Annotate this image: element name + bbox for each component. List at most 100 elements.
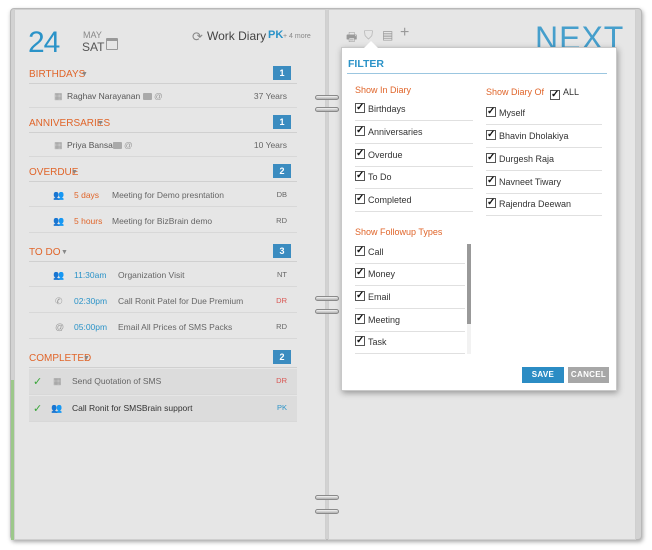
contact-name: Raghav Narayanan bbox=[67, 91, 141, 101]
checkbox-money[interactable]: ✓ Money bbox=[355, 264, 465, 286]
checkbox-completed[interactable]: ✓ Completed bbox=[355, 190, 473, 212]
overdue-duration: 5 hours bbox=[74, 216, 103, 226]
section-anniversaries[interactable]: ANNIVERSARIES ▼ 1 bbox=[29, 115, 297, 131]
checkbox-email[interactable]: ✓ Email bbox=[355, 287, 465, 309]
checkbox-meeting[interactable]: ✓ Meeting bbox=[355, 310, 465, 332]
list-item[interactable]: 👥 5 hours Meeting for BizBrain demo RD bbox=[29, 209, 297, 233]
divider bbox=[347, 73, 607, 74]
chevron-down-icon[interactable]: ▼ bbox=[81, 71, 88, 78]
task-time: 11:30am bbox=[74, 270, 107, 280]
mail-icon[interactable] bbox=[143, 93, 152, 100]
checkbox-all[interactable]: ✓ bbox=[550, 86, 560, 100]
task-time: 02:30pm bbox=[74, 296, 108, 306]
chevron-down-icon[interactable]: ▼ bbox=[71, 169, 78, 176]
mail-icon[interactable] bbox=[113, 142, 122, 149]
day-number: 24 bbox=[28, 26, 60, 59]
calendar-icon: ▦ bbox=[53, 376, 62, 386]
assignee-initials: DR bbox=[276, 376, 287, 385]
task-text: Send Quotation of SMS bbox=[72, 376, 162, 386]
checkbox-anniversaries[interactable]: ✓ Anniversaries bbox=[355, 122, 473, 144]
section-overdue[interactable]: OVERDUE ▼ 2 bbox=[29, 164, 297, 180]
assignee-initials: RD bbox=[276, 322, 287, 331]
count-badge: 2 bbox=[273, 350, 291, 364]
divider bbox=[29, 181, 297, 182]
cancel-button[interactable]: CANCEL bbox=[568, 367, 609, 383]
checkbox-rajendra[interactable]: ✓ Rajendra Deewan bbox=[486, 194, 602, 216]
checkbox-myself[interactable]: ✓ Myself bbox=[486, 103, 602, 125]
weekday-label: SAT bbox=[82, 40, 105, 54]
followup-types-heading: Show Followup Types bbox=[355, 227, 443, 237]
section-completed[interactable]: COMPLETED ▼ 2 bbox=[29, 350, 297, 366]
list-item[interactable]: @ 05:00pm Email All Prices of SMS Packs … bbox=[29, 315, 297, 339]
scrollbar-thumb[interactable] bbox=[467, 244, 471, 324]
assignee-initials: NT bbox=[277, 270, 287, 279]
save-button[interactable]: SAVE bbox=[522, 367, 564, 383]
notes-icon[interactable]: ▤ bbox=[382, 28, 393, 42]
checkbox-overdue[interactable]: ✓ Overdue bbox=[355, 145, 473, 167]
list-item[interactable]: ✆ 02:30pm Call Ronit Patel for Due Premi… bbox=[29, 289, 297, 313]
section-title: TO DO bbox=[29, 247, 61, 258]
list-item[interactable]: 👥 5 days Meeting for Demo presntation DB bbox=[29, 183, 297, 207]
overdue-duration: 5 days bbox=[74, 190, 100, 200]
list-item[interactable]: ✓ 👥 Call Ronit for SMSBrain support PK bbox=[29, 396, 297, 422]
divider bbox=[29, 367, 297, 368]
chevron-down-icon[interactable]: ▼ bbox=[83, 355, 90, 362]
check-icon: ✓ bbox=[33, 403, 43, 415]
print-icon[interactable]: 🖶 bbox=[346, 28, 357, 49]
add-icon[interactable]: + bbox=[400, 24, 409, 42]
all-label: ALL bbox=[563, 87, 580, 97]
checkbox-navneet[interactable]: ✓ Navneet Tiwary bbox=[486, 172, 602, 194]
diary-title[interactable]: Work Diary bbox=[207, 29, 266, 43]
meeting-icon: 👥 bbox=[51, 403, 63, 413]
list-item[interactable]: 👥 11:30am Organization Visit NT bbox=[29, 263, 297, 287]
divider bbox=[29, 261, 297, 262]
section-birthdays[interactable]: BIRTHDAYS ▼ 1 bbox=[29, 66, 297, 82]
calendar-icon[interactable] bbox=[106, 38, 118, 50]
checkbox-todo[interactable]: ✓ To Do bbox=[355, 167, 473, 189]
chevron-down-icon[interactable]: ▼ bbox=[97, 120, 104, 127]
show-in-diary-heading: Show In Diary bbox=[355, 85, 412, 95]
checkbox-task[interactable]: ✓ Task bbox=[355, 332, 465, 354]
assignee-initials: DB bbox=[276, 190, 287, 199]
gift-icon: ▦ bbox=[54, 91, 63, 101]
age-label: 37 Years bbox=[253, 91, 287, 101]
count-badge: 1 bbox=[273, 115, 291, 129]
list-item[interactable]: ✓ ▦ Send Quotation of SMS DR bbox=[29, 369, 297, 395]
checkbox-birthdays[interactable]: ✓ Birthdays bbox=[355, 99, 473, 121]
task-time: 05:00pm bbox=[74, 322, 108, 332]
at-icon[interactable]: @ bbox=[124, 140, 133, 150]
anniversary-icon: ▦ bbox=[54, 140, 63, 150]
chevron-down-icon[interactable]: ▼ bbox=[61, 249, 68, 256]
email-icon: @ bbox=[55, 322, 65, 332]
at-icon[interactable]: @ bbox=[154, 91, 163, 101]
checkbox-call[interactable]: ✓ Call bbox=[355, 242, 465, 264]
section-title: BIRTHDAYS bbox=[29, 69, 86, 80]
meeting-icon: 👥 bbox=[53, 216, 65, 226]
task-text: Call Ronit for SMSBrain support bbox=[72, 403, 193, 413]
task-text: Email All Prices of SMS Packs bbox=[118, 322, 233, 332]
task-text: Meeting for BizBrain demo bbox=[112, 216, 213, 226]
age-label: 10 Years bbox=[253, 140, 287, 150]
section-title: COMPLETED bbox=[29, 353, 92, 364]
list-item[interactable]: ▦ Raghav Narayanan @ 37 Years bbox=[29, 84, 297, 108]
checkbox-durgesh[interactable]: ✓ Durgesh Raja bbox=[486, 149, 602, 171]
assignee-initials: DR bbox=[276, 296, 287, 305]
assignee-initials: PK bbox=[276, 403, 287, 412]
check-icon: ✓ bbox=[33, 376, 43, 388]
task-text: Meeting for Demo presntation bbox=[112, 190, 224, 200]
section-todo[interactable]: TO DO ▼ 3 bbox=[29, 244, 297, 260]
diary-user[interactable]: PK bbox=[268, 29, 283, 41]
list-item[interactable]: ▦ Priya Bansal @ 10 Years bbox=[29, 133, 297, 157]
checkbox-bhavin[interactable]: ✓ Bhavin Dholakiya bbox=[486, 126, 602, 148]
phone-icon: ✆ bbox=[55, 296, 63, 306]
month-label: MAY bbox=[83, 30, 102, 40]
count-badge: 3 bbox=[273, 244, 291, 258]
refresh-icon[interactable]: ⟳ bbox=[192, 29, 203, 45]
contact-name: Priya Bansal bbox=[67, 140, 115, 150]
popup-arrow bbox=[364, 41, 378, 48]
count-badge: 1 bbox=[273, 66, 291, 80]
task-text: Call Ronit Patel for Due Premium bbox=[118, 296, 244, 306]
diary-more-users[interactable]: + 4 more bbox=[283, 33, 311, 40]
assignee-initials: RD bbox=[276, 216, 287, 225]
meeting-icon: 👥 bbox=[53, 270, 65, 280]
